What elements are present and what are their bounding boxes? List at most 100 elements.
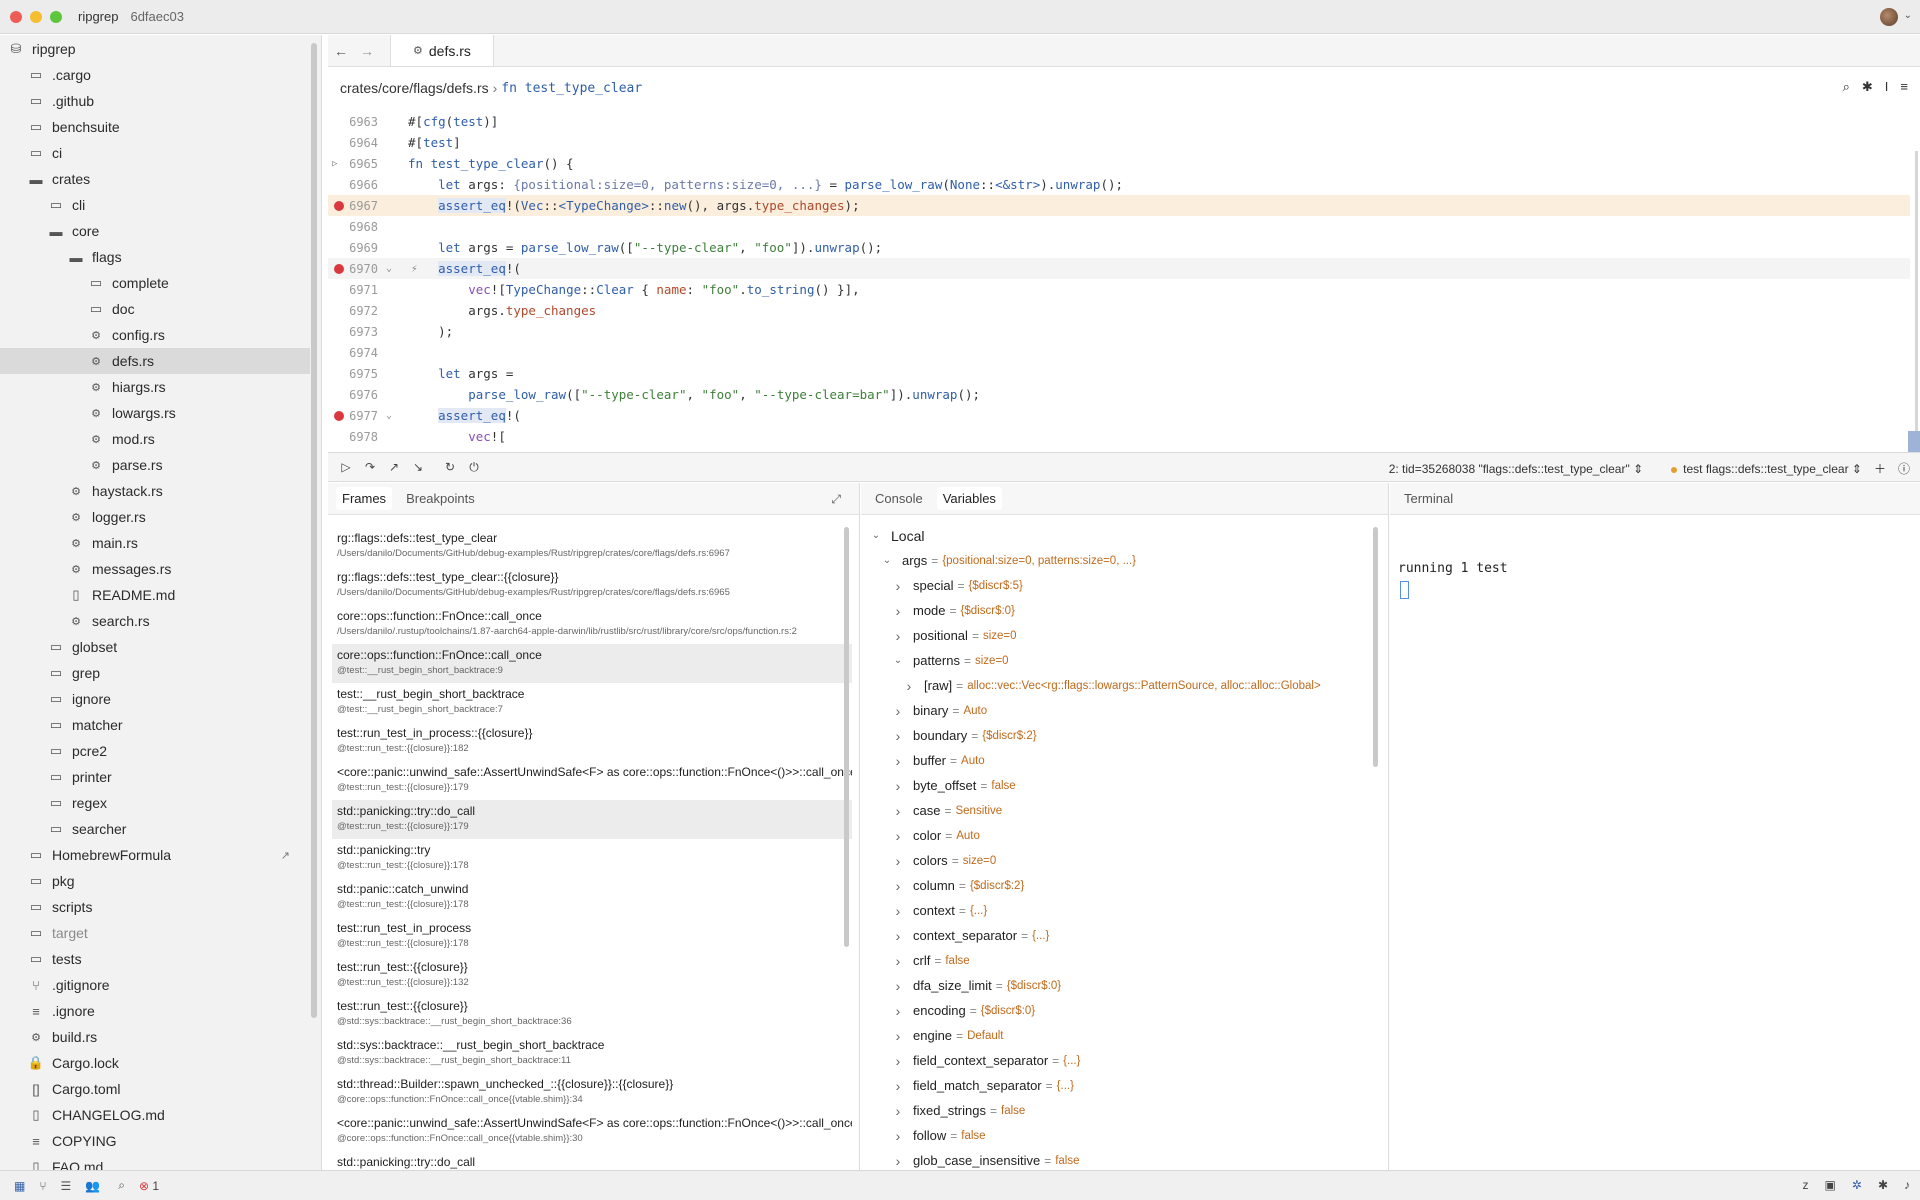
variable-row[interactable]: › dfa_size_limit = {$discr$:0} xyxy=(891,973,1061,998)
tree-item[interactable]: ⚙ main.rs xyxy=(0,530,310,556)
tree-item[interactable]: ▭ tests xyxy=(0,946,310,972)
tree-item[interactable]: ⚙ haystack.rs xyxy=(0,478,310,504)
thread-selector[interactable]: 2: tid=35268038 "flags::defs::test_type_… xyxy=(1389,462,1643,476)
variable-row[interactable]: › binary = Auto xyxy=(891,698,987,723)
tree-item[interactable]: ≡ .ignore xyxy=(0,998,310,1024)
assistant-icon[interactable]: ✱ xyxy=(1862,79,1873,95)
tab-defs-rs[interactable]: ⚙ defs.rs xyxy=(390,35,494,66)
tree-item[interactable]: ▬ core xyxy=(0,218,310,244)
code-line[interactable]: 6971 vec![TypeChange::Clear { name: "foo… xyxy=(328,279,1910,300)
stack-frame[interactable]: std::panic::catch_unwind @test::run_test:… xyxy=(332,878,852,917)
tree-item[interactable]: ▭ pkg xyxy=(0,868,310,894)
tab-frames[interactable]: Frames xyxy=(336,487,393,510)
chevron-right-icon[interactable]: › xyxy=(891,1078,905,1094)
chevron-right-icon[interactable]: › xyxy=(891,728,905,744)
tree-item[interactable]: ⚙ lowargs.rs xyxy=(0,400,310,426)
stack-frame[interactable]: rg::flags::defs::test_type_clear::{{clos… xyxy=(332,566,852,605)
tree-item[interactable]: ▭ globset xyxy=(0,634,310,660)
stack-frame[interactable]: test::run_test::{{closure}} @std::sys::ba… xyxy=(332,995,852,1034)
variable-row[interactable]: › [raw] = alloc::vec::Vec<rg::flags::lowarg… xyxy=(902,673,1321,698)
editor-scrollbar[interactable] xyxy=(1915,151,1918,451)
breadcrumb-symbol[interactable]: fn test_type_clear xyxy=(501,81,642,96)
expand-icon[interactable]: ⤢ xyxy=(831,492,841,507)
variable-row[interactable]: › glob_case_insensitive = false xyxy=(891,1148,1080,1170)
variable-row[interactable]: › mode = {$discr$:0} xyxy=(891,598,1015,623)
git-branch-icon[interactable]: ⑂ xyxy=(39,1179,46,1193)
code-line[interactable]: 6975 let args = xyxy=(328,363,1910,384)
tree-item[interactable]: ⚙ messages.rs xyxy=(0,556,310,582)
commit-hash[interactable]: 6dfaec03 xyxy=(130,9,184,24)
chevron-down-icon[interactable]: ⌄ xyxy=(880,555,894,566)
chevron-right-icon[interactable]: › xyxy=(891,878,905,894)
outline-icon[interactable]: ☰ xyxy=(61,1179,72,1193)
variable-row[interactable]: › boundary = {$discr$:2} xyxy=(891,723,1037,748)
stack-frame[interactable]: core::ops::function::FnOnce::call_once @t… xyxy=(332,644,852,683)
chevron-right-icon[interactable]: › xyxy=(891,1028,905,1044)
tab-breakpoints[interactable]: Breakpoints xyxy=(400,487,481,510)
variable-row[interactable]: › field_context_separator = {...} xyxy=(891,1048,1081,1073)
chevron-right-icon[interactable]: › xyxy=(891,978,905,994)
text-cursor-icon[interactable]: I xyxy=(1885,79,1889,95)
run-test-icon[interactable]: ▷ xyxy=(332,159,342,169)
sleep-icon[interactable]: z xyxy=(1803,1178,1809,1192)
variable-row[interactable]: › fixed_strings = false xyxy=(891,1098,1026,1123)
tree-item[interactable]: ⛁ ripgrep xyxy=(0,36,310,62)
tree-item[interactable]: ▭ .github xyxy=(0,88,310,114)
stack-frame[interactable]: test::run_test_in_process @test::run_test… xyxy=(332,917,852,956)
tree-item[interactable]: ▭ grep xyxy=(0,660,310,686)
stack-frame[interactable]: <core::panic::unwind_safe::AssertUnwindS… xyxy=(332,761,852,800)
code-area[interactable]: 6963 #[cfg(test)] 6964 #[test] 6965 ▷ fn test_… xyxy=(328,111,1920,449)
variable-row[interactable]: › engine = Default xyxy=(891,1023,1004,1048)
code-line[interactable]: 6966 let args: {positional:size=0, patte… xyxy=(328,174,1910,195)
variable-row[interactable]: › case = Sensitive xyxy=(891,798,1003,823)
tree-item[interactable]: ⑂ .gitignore xyxy=(0,972,310,998)
code-line[interactable]: 6964 #[test] xyxy=(328,132,1910,153)
step-out-icon[interactable]: ↘ xyxy=(406,460,430,474)
variable-row[interactable]: › encoding = {$discr$:0} xyxy=(891,998,1036,1023)
chevron-right-icon[interactable]: › xyxy=(891,853,905,869)
tree-item[interactable]: ▭ .cargo xyxy=(0,62,310,88)
tree-item[interactable]: ⚙ build.rs xyxy=(0,1024,310,1050)
variable-row[interactable]: › byte_offset = false xyxy=(891,773,1016,798)
variable-row[interactable]: › field_match_separator = {...} xyxy=(891,1073,1074,1098)
code-line[interactable]: 6977 ⌄ assert_eq!( xyxy=(328,405,1910,426)
chevron-right-icon[interactable]: › xyxy=(902,678,916,694)
stack-frame[interactable]: std::panicking::try @test::run_test::{{cl… xyxy=(332,839,852,878)
tree-item[interactable]: ▯ README.md xyxy=(0,582,310,608)
tree-item[interactable]: ⚙ logger.rs xyxy=(0,504,310,530)
settings-sliders-icon[interactable]: ≡ xyxy=(1900,79,1908,95)
tab-console[interactable]: Console xyxy=(869,487,929,510)
chevron-right-icon[interactable]: › xyxy=(891,803,905,819)
stack-frame[interactable]: test::__rust_begin_short_backtrace @test:… xyxy=(332,683,852,722)
tab-variables[interactable]: Variables xyxy=(936,487,1002,510)
code-line[interactable]: 6974 xyxy=(328,342,1910,363)
code-line[interactable]: 6970 ⌄ ⚡ assert_eq!( xyxy=(328,258,1910,279)
chevron-right-icon[interactable]: › xyxy=(891,1103,905,1119)
chevron-right-icon[interactable]: › xyxy=(891,778,905,794)
tree-item[interactable]: ▭ ignore xyxy=(0,686,310,712)
variable-row[interactable]: ⌄ args = {positional:size=0, patterns:size=… xyxy=(880,548,1136,573)
tree-item[interactable]: ⚙ parse.rs xyxy=(0,452,310,478)
tree-item[interactable]: ⚙ config.rs xyxy=(0,322,310,348)
chevron-right-icon[interactable]: › xyxy=(891,928,905,944)
tree-item[interactable]: ▭ HomebrewFormula ↗ xyxy=(0,842,310,868)
project-panel-icon[interactable]: ▦ xyxy=(14,1179,25,1193)
tree-item[interactable]: ≡ COPYING xyxy=(0,1128,310,1154)
plus-icon[interactable]: ＋ xyxy=(1874,460,1886,477)
code-line[interactable]: 6978 vec![ xyxy=(328,426,1910,447)
tree-item[interactable]: ▭ benchsuite xyxy=(0,114,310,140)
chevron-right-icon[interactable]: › xyxy=(891,603,905,619)
tree-item[interactable]: ▯ CHANGELOG.md xyxy=(0,1102,310,1128)
tree-item[interactable]: ▭ doc xyxy=(0,296,310,322)
tree-item[interactable]: ▭ matcher xyxy=(0,712,310,738)
tree-item[interactable]: ▭ regex xyxy=(0,790,310,816)
scope-header[interactable]: ⌄ Local xyxy=(869,523,925,548)
step-in-icon[interactable]: ↗ xyxy=(382,460,406,474)
variable-row[interactable]: › special = {$discr$:5} xyxy=(891,573,1023,598)
forward-arrow-icon[interactable]: → xyxy=(354,35,380,66)
variable-row[interactable]: › context = {...} xyxy=(891,898,988,923)
chevron-right-icon[interactable]: › xyxy=(891,703,905,719)
tree-item[interactable]: ⚙ mod.rs xyxy=(0,426,310,452)
minimize-window-button[interactable] xyxy=(30,10,42,23)
variable-row[interactable]: › positional = size=0 xyxy=(891,623,1017,648)
